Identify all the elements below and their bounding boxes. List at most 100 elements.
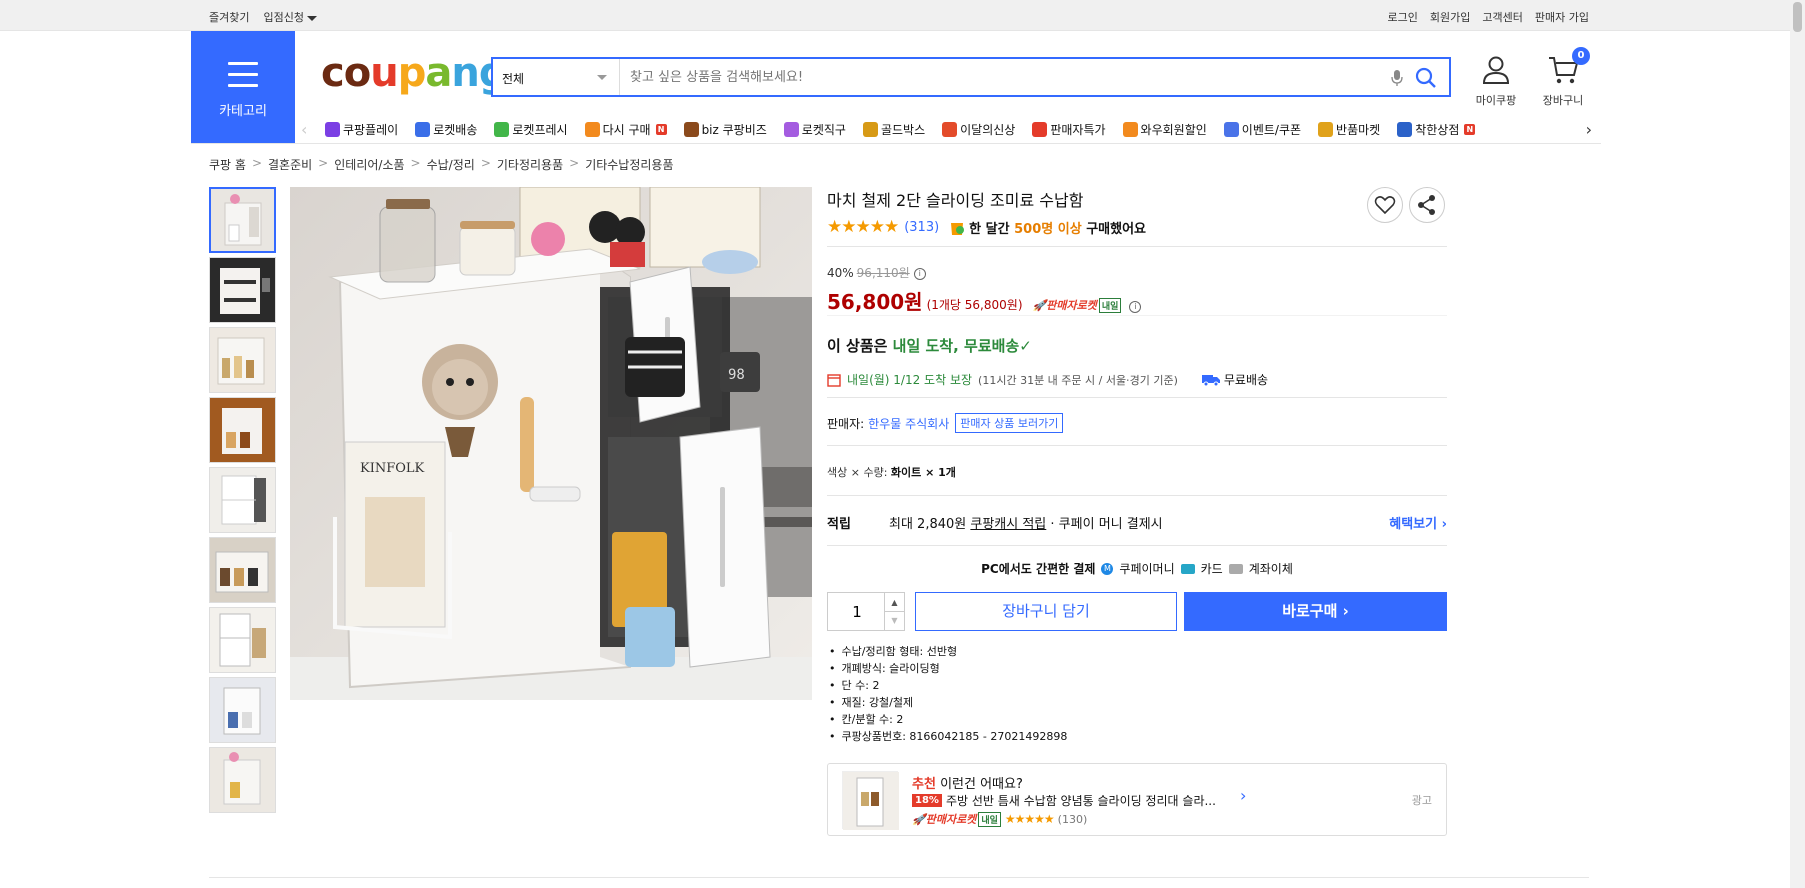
breadcrumb-item[interactable]: 기타수납정리용품: [585, 156, 673, 173]
thumbnail-list: [209, 187, 276, 817]
recommendation-card[interactable]: 추천 이런건 어때요? 18% 주방 선반 틈새 수납함 양념통 슬라이딩 정리대…: [827, 763, 1447, 836]
nav-item-icon: [1122, 122, 1138, 137]
search-input[interactable]: [630, 67, 1370, 87]
arrival-date: 내일(월) 1/12 도착 보장: [847, 373, 973, 387]
page-scrollbar[interactable]: [1790, 0, 1805, 888]
seller-signup-link[interactable]: 판매자 가입: [1535, 9, 1589, 25]
rating-count[interactable]: (313): [904, 220, 939, 235]
points-condition: · 쿠페이 머니 결제시: [1050, 517, 1163, 532]
nav-next-icon[interactable]: ›: [1586, 120, 1592, 139]
category-label: 카테고리: [219, 104, 267, 119]
add-to-cart-button[interactable]: 장바구니 담기: [915, 592, 1177, 631]
product-thumbnail[interactable]: [209, 677, 276, 743]
product-thumbnail[interactable]: [209, 327, 276, 393]
product-thumbnail[interactable]: [209, 607, 276, 673]
nav-item[interactable]: 쿠팡플레이: [325, 121, 398, 138]
seller-products-button[interactable]: 판매자 상품 보러가기: [955, 413, 1064, 433]
nav-item-label: 와우회원할인: [1140, 123, 1207, 137]
customer-center-link[interactable]: 고객센터: [1482, 9, 1522, 25]
rec-rocket-badge: 🚀판매자로켓 내일: [912, 811, 1001, 827]
logo-letter: c: [321, 50, 345, 96]
breadcrumb: 쿠팡 홈 > 결혼준비 > 인테리어/소품 > 수납/정리 > 기타정리용품 > 기타수납정리용품: [209, 156, 674, 173]
breadcrumb-separator-icon: >: [569, 156, 580, 170]
chevron-right-icon[interactable]: ›: [1240, 786, 1246, 805]
rec-rating-count: (130): [1057, 812, 1088, 826]
new-badge: N: [1464, 124, 1476, 135]
rec-title-red: 추천: [912, 777, 936, 792]
nav-prev-icon[interactable]: ‹: [301, 120, 307, 139]
nav-item[interactable]: 이벤트/쿠폰: [1223, 121, 1301, 138]
product-thumbnail[interactable]: [209, 187, 276, 253]
nav-item-icon: [683, 122, 699, 137]
coupang-logo[interactable]: coupang: [321, 50, 507, 96]
product-thumbnail[interactable]: [209, 747, 276, 813]
wishlist-button[interactable]: [1367, 187, 1403, 223]
purchase-suffix: 구매했어요: [1086, 221, 1146, 237]
product-thumbnail[interactable]: [209, 397, 276, 463]
rating-stars[interactable]: ★★★★★: [827, 217, 899, 237]
breadcrumb-item[interactable]: 쿠팡 홈: [209, 156, 246, 173]
nav-item-icon: [325, 122, 340, 137]
nav-item[interactable]: 로켓프레시: [494, 121, 568, 138]
scrollbar-thumb[interactable]: [1793, 2, 1802, 32]
seller-name-link[interactable]: 한우물 주식회사: [868, 415, 949, 432]
favorites-link[interactable]: 즐겨찾기: [209, 9, 249, 25]
signup-link[interactable]: 회원가입: [1430, 9, 1470, 25]
breadcrumb-item[interactable]: 수납/정리: [427, 156, 475, 173]
microphone-icon[interactable]: [1391, 69, 1403, 90]
product-thumbnail[interactable]: [209, 537, 276, 603]
search-icon[interactable]: [1415, 67, 1437, 92]
bank-icon: [1228, 563, 1243, 574]
rec-product-name[interactable]: 주방 선반 틈새 수납함 양념통 슬라이딩 정리대 슬라...: [946, 792, 1216, 809]
points-cash-link[interactable]: 쿠팡캐시 적립: [970, 517, 1046, 532]
pay-method: 쿠페이머니: [1119, 562, 1175, 576]
breadcrumb-item[interactable]: 결혼준비: [268, 156, 312, 173]
truck-icon: [1201, 374, 1220, 386]
breadcrumb-item[interactable]: 기타정리용품: [497, 156, 563, 173]
coupay-icon: M: [1101, 562, 1114, 575]
my-coupang-label: 마이쿠팡: [1475, 94, 1517, 107]
product-thumbnail[interactable]: [209, 257, 276, 323]
info-icon[interactable]: i: [1129, 301, 1142, 313]
card-icon: [1180, 563, 1195, 574]
category-menu-button[interactable]: 카테고리: [191, 31, 295, 143]
breadcrumb-item[interactable]: 인테리어/소품: [334, 156, 404, 173]
rocket-label: 판매자로켓: [1046, 299, 1097, 312]
nav-item[interactable]: 와우회원할인: [1122, 121, 1207, 138]
logo-letter: n: [451, 50, 480, 96]
sale-row: 56,800원 (1개당 56,800원) 🚀판매자로켓 내일 i: [827, 286, 1142, 315]
search-scope-select[interactable]: 전체: [493, 59, 620, 95]
recommendation-image[interactable]: [842, 771, 899, 830]
main-product-image[interactable]: 98 KINFOLK: [290, 187, 812, 700]
login-link[interactable]: 로그인: [1388, 9, 1418, 25]
nav-item[interactable]: 다시 구매 N: [584, 121, 667, 138]
nav-item[interactable]: 로켓배송: [415, 121, 477, 138]
quantity-input[interactable]: [828, 603, 886, 621]
seller-rocket-badge: 🚀판매자로켓 내일: [1033, 297, 1122, 313]
info-icon[interactable]: i: [913, 267, 926, 280]
cart-button[interactable]: 0 장바구니: [1537, 47, 1590, 108]
share-button[interactable]: [1409, 187, 1445, 223]
pc-pay-label: PC에서도 간편한 결제: [981, 562, 1096, 576]
quantity-increase-button[interactable]: ▲: [884, 593, 904, 612]
nav-item[interactable]: 골드박스: [862, 121, 925, 138]
product-thumbnail[interactable]: [209, 467, 276, 533]
benefit-link[interactable]: 혜택보기 ›: [1389, 513, 1447, 532]
nav-item-icon: [942, 122, 958, 137]
seller-apply-link[interactable]: 입점신청: [263, 9, 317, 25]
nav-item[interactable]: 이달의신상: [942, 121, 1015, 138]
quantity-decrease-button[interactable]: ▼: [884, 611, 904, 630]
nav-item[interactable]: 착한상점 N: [1397, 121, 1476, 138]
nav-item[interactable]: 반품마켓: [1318, 121, 1380, 138]
divider: [827, 315, 1447, 316]
recommendation-title: 추천 이런건 어때요?: [912, 773, 1023, 792]
nav-item[interactable]: 로켓직구: [783, 121, 846, 138]
my-coupang-button[interactable]: 마이쿠팡: [1472, 55, 1520, 108]
divider: [827, 397, 1447, 398]
recommendation-meta-row: 🚀판매자로켓 내일 ★★★★★ (130): [912, 811, 1087, 827]
nav-item[interactable]: 판매자특가: [1032, 121, 1106, 138]
search-bar: 전체: [491, 57, 1451, 97]
buy-now-button[interactable]: 바로구매 ›: [1184, 592, 1447, 631]
nav-item[interactable]: biz 쿠팡비즈: [683, 121, 767, 138]
free-shipping: 무료배송: [1201, 371, 1268, 388]
